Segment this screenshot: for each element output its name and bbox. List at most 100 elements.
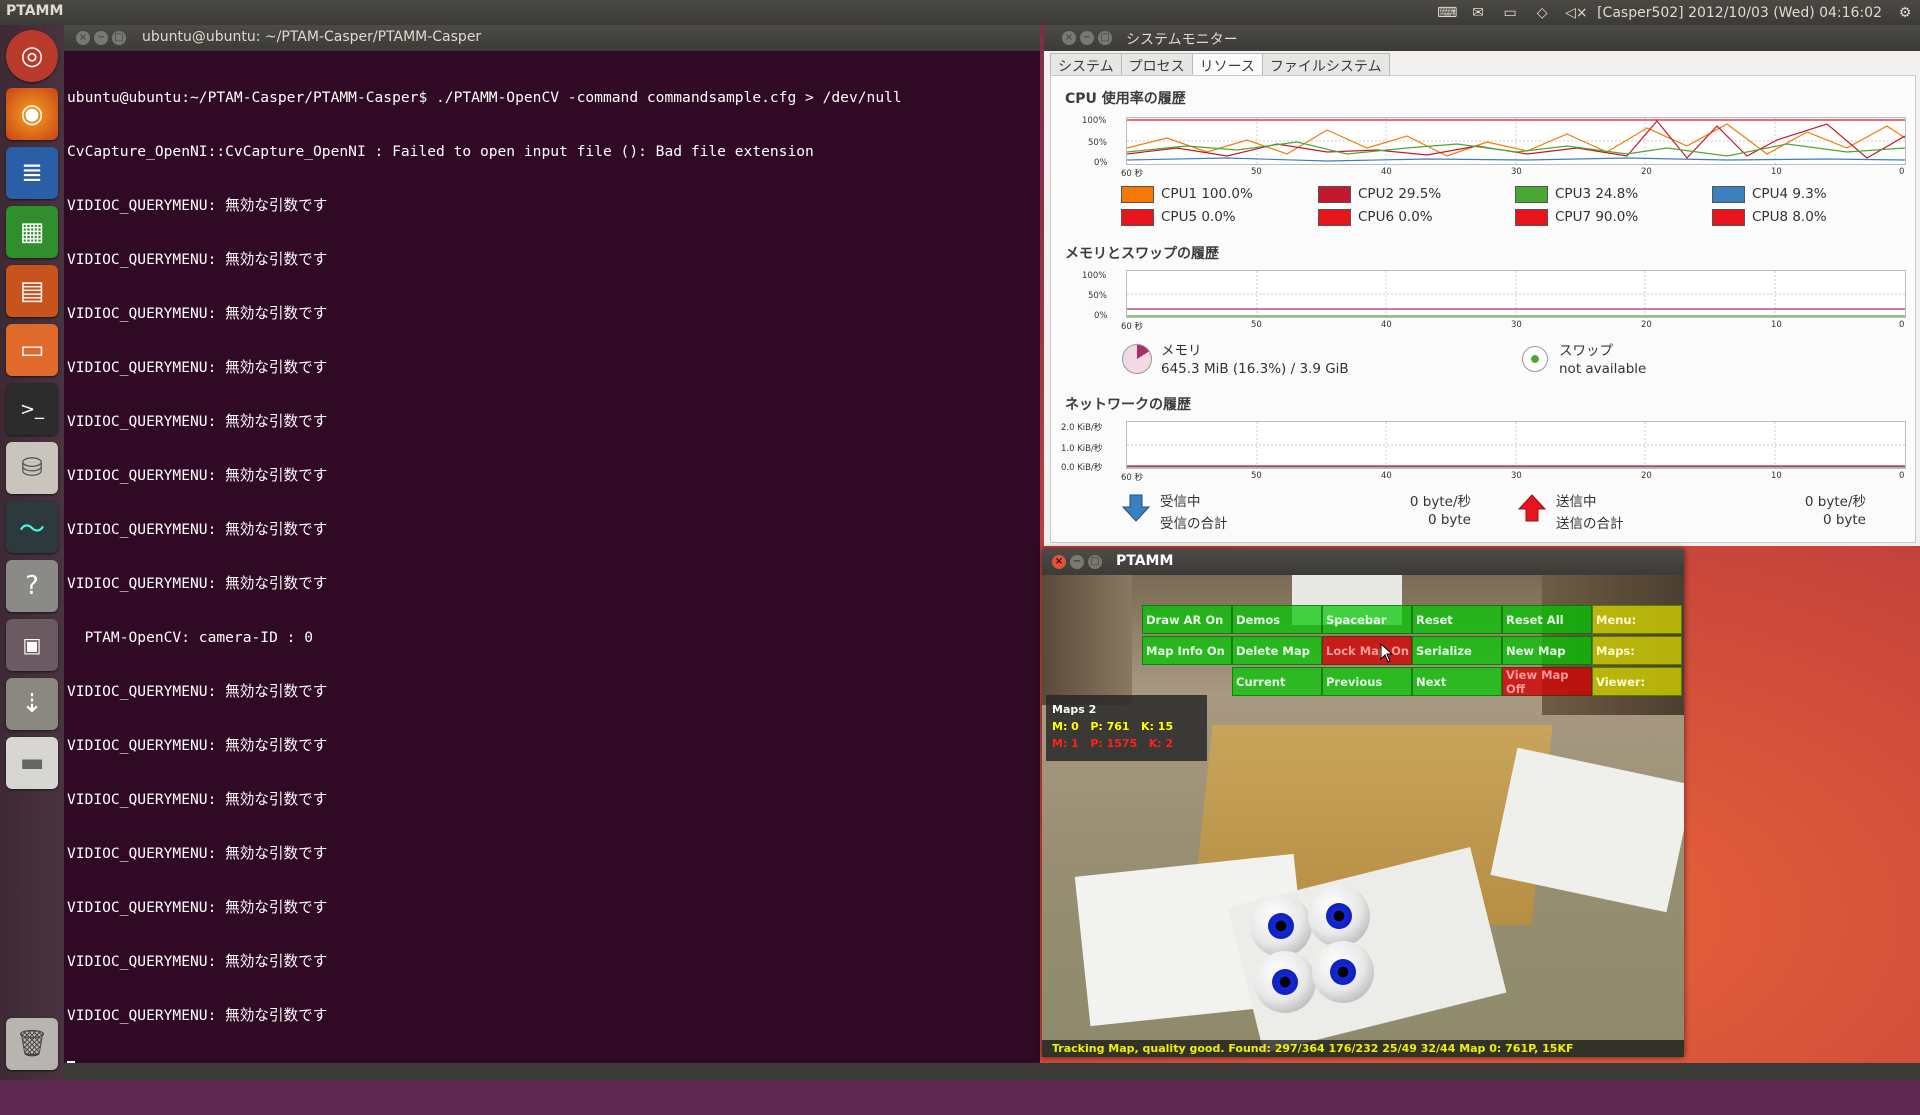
cpu3-color-swatch[interactable] [1515,186,1548,203]
tab-system[interactable]: システム [1050,53,1122,75]
tab-filesystems[interactable]: ファイルシステム [1261,53,1390,75]
x-tick: 10 [1771,471,1782,481]
sending-label: 送信中 [1556,494,1597,510]
terminal-output[interactable]: ubuntu@ubuntu:~/PTAM-Casper/PTAMM-Casper… [67,53,1037,1077]
usb-drive-icon[interactable]: ⇣ [6,678,58,730]
close-icon[interactable]: × [1062,31,1076,45]
window-title: ubuntu@ubuntu: ~/PTAM-Casper/PTAMM-Caspe… [142,29,482,45]
system-monitor-icon[interactable]: 〜 [6,501,58,553]
minimize-icon[interactable]: − [1070,555,1084,569]
terminal-line: VIDIOC_QUERYMENU: 無効な引数です [67,305,328,322]
software-center-icon[interactable]: ⛁ [6,442,58,494]
view-map-button[interactable]: View Map Off [1502,667,1592,696]
demos-button[interactable]: Demos [1232,605,1322,634]
delete-map-button[interactable]: Delete Map [1232,636,1322,665]
terminal-icon[interactable]: >_ [6,383,58,435]
cpu4-label: CPU4 9.3% [1752,186,1827,202]
gear-icon[interactable]: ⚙ [1896,5,1914,21]
sysmon-titlebar[interactable]: × − □ システムモニター [1044,25,1920,51]
tab-processes[interactable]: プロセス [1120,53,1193,75]
cpu8-label: CPU8 8.0% [1752,209,1827,225]
cpu4-color-swatch[interactable] [1712,186,1745,203]
next-button[interactable]: Next [1412,667,1502,696]
clock[interactable]: [Casper502] 2012/10/03 (Wed) 04:16:02 [1597,5,1882,21]
tab-resources[interactable]: リソース [1191,53,1263,75]
cpu3-label: CPU3 24.8% [1555,186,1639,202]
close-icon[interactable]: × [1052,555,1066,569]
firefox-icon[interactable]: ◉ [6,88,58,140]
ar-eyeball [1308,885,1370,947]
serialize-button[interactable]: Serialize [1412,636,1502,665]
memory-pie-icon[interactable] [1122,344,1152,374]
swap-pie-icon[interactable] [1522,346,1548,372]
receive-arrow-icon[interactable] [1121,493,1151,523]
keyboard-icon[interactable]: ⌨ [1437,5,1457,21]
maps-count: Maps 2 [1052,703,1097,716]
minimize-icon[interactable]: − [94,31,108,45]
terminal-window[interactable]: × − □ ubuntu@ubuntu: ~/PTAM-Casper/PTAMM… [64,25,1040,1077]
mouse-pointer-icon [1380,643,1394,663]
trash-icon[interactable]: 🗑 [6,1018,58,1070]
system-monitor-window[interactable]: × − □ システムモニター システム プロセス リソース ファイルシステム C… [1044,25,1920,546]
cpu8-color-swatch[interactable] [1712,209,1745,226]
x-tick: 60 秒 [1121,322,1144,332]
maximize-icon[interactable]: □ [112,31,126,45]
previous-button[interactable]: Previous [1322,667,1412,696]
cpu1-label: CPU1 100.0% [1161,186,1253,202]
reset-button[interactable]: Reset [1412,605,1502,634]
camera-view[interactable]: Draw AR On Demos Spacebar Reset Reset Al… [1042,575,1684,1057]
terminal-titlebar[interactable]: × − □ ubuntu@ubuntu: ~/PTAM-Casper/PTAMM… [64,25,1040,51]
close-icon[interactable]: × [76,31,90,45]
cpu6-color-swatch[interactable] [1318,209,1351,226]
network-graph-svg [1127,422,1905,468]
volume-muted-icon[interactable]: ◁× [1565,5,1588,21]
x-tick: 10 [1771,320,1782,330]
reset-all-button[interactable]: Reset All [1502,605,1592,634]
x-tick: 60 秒 [1121,473,1144,483]
files-icon[interactable]: ▭ [6,324,58,376]
cpu5-color-swatch[interactable] [1121,209,1154,226]
y-tick: 100% [1082,271,1107,281]
current-button[interactable]: Current [1232,667,1322,696]
cpu2-color-swatch[interactable] [1318,186,1351,203]
wifi-icon[interactable]: ◇ [1533,5,1551,21]
terminal-line: CvCapture_OpenNI::CvCapture_OpenNI : Fai… [67,143,814,160]
terminal-line: VIDIOC_QUERYMENU: 無効な引数です [67,737,328,754]
removable-disk-icon[interactable]: ▬ [6,737,58,789]
y-tick: 0% [1094,158,1108,168]
dash-home-icon[interactable]: ◎ [6,30,58,82]
ptamm-titlebar[interactable]: × − □ PTAMM [1042,549,1684,575]
writer-icon[interactable]: ≣ [6,147,58,199]
ptamm-window[interactable]: × − □ PTAMM Draw AR On Demos Spacebar Re… [1042,549,1684,1057]
impress-icon[interactable]: ▤ [6,265,58,317]
draw-ar-button[interactable]: Draw AR On [1142,605,1232,634]
calc-icon[interactable]: ▦ [6,206,58,258]
mail-icon[interactable]: ✉ [1469,5,1487,21]
x-tick: 0 [1899,167,1905,177]
lock-map-button[interactable]: Lock Map On [1322,636,1412,665]
maximize-icon[interactable]: □ [1098,31,1112,45]
x-tick: 40 [1381,471,1392,481]
y-tick: 0% [1094,311,1108,321]
map-info-button[interactable]: Map Info On [1142,636,1232,665]
network-history-graph [1126,421,1906,469]
sent-total-label: 送信の合計 [1556,516,1624,532]
x-tick: 30 [1511,320,1522,330]
received-total-label: 受信の合計 [1160,516,1228,532]
help-icon[interactable]: ? [6,560,58,612]
battery-icon[interactable]: ▭ [1501,5,1519,21]
x-tick: 20 [1641,167,1652,177]
memory-history-graph [1126,270,1906,318]
new-map-button[interactable]: New Map [1502,636,1592,665]
cpu1-color-swatch[interactable] [1121,186,1154,203]
workspace-switcher-icon[interactable]: ▣ [6,619,58,671]
send-arrow-icon[interactable] [1517,493,1547,523]
cpu5-label: CPU5 0.0% [1161,209,1236,225]
maximize-icon[interactable]: □ [1088,555,1102,569]
spacebar-button[interactable]: Spacebar [1322,605,1412,634]
active-app-title: PTAMM [6,3,64,19]
minimize-icon[interactable]: − [1080,31,1094,45]
cpu7-color-swatch[interactable] [1515,209,1548,226]
terminal-line: VIDIOC_QUERYMENU: 無効な引数です [67,791,328,808]
receiving-value: 0 byte/秒 [1409,494,1471,510]
